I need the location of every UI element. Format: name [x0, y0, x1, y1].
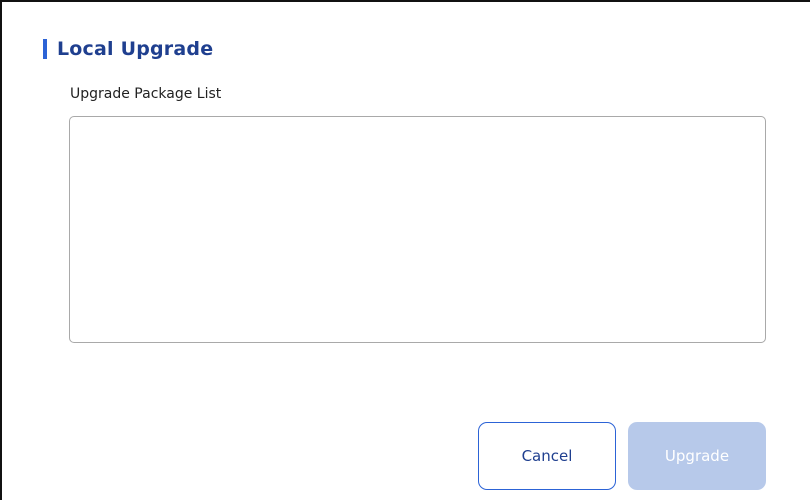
title-accent-bar	[43, 39, 47, 59]
package-list-label: Upgrade Package List	[70, 86, 222, 102]
dialog-title: Local Upgrade	[57, 38, 214, 60]
dialog-header: Local Upgrade	[43, 37, 213, 61]
upgrade-button[interactable]: Upgrade	[628, 422, 766, 490]
cancel-button[interactable]: Cancel	[478, 422, 616, 490]
upgrade-package-list[interactable]	[69, 116, 766, 343]
local-upgrade-dialog: Local Upgrade Upgrade Package List Cance…	[0, 0, 810, 500]
